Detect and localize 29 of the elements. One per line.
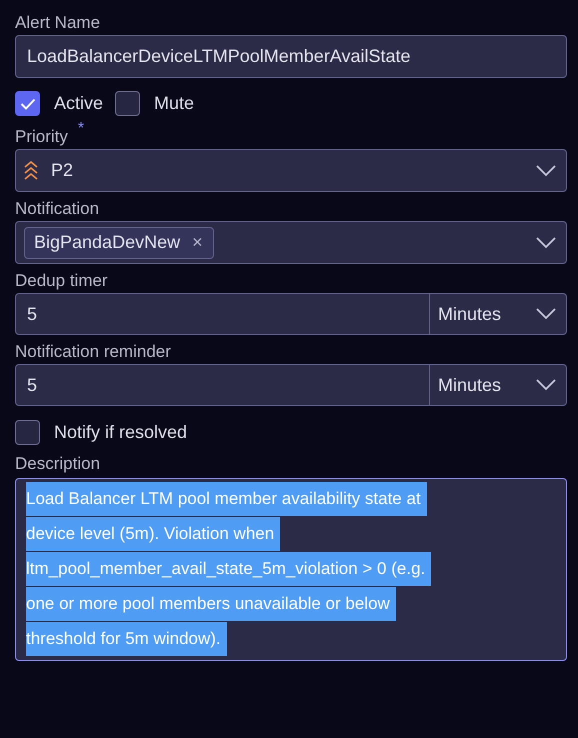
- checkbox[interactable]: [15, 91, 40, 116]
- chevron-down-icon: [536, 236, 556, 248]
- chevron-down-icon: [536, 379, 556, 391]
- field-label: Description: [15, 454, 100, 474]
- priority-dropdown[interactable]: P2: [15, 149, 567, 192]
- field-label: Notification reminder: [15, 342, 171, 362]
- checkbox-label: Active: [54, 93, 104, 114]
- checkbox[interactable]: [15, 420, 40, 445]
- field-label: Notification: [15, 199, 100, 219]
- number-field[interactable]: 5: [16, 294, 430, 334]
- text-field[interactable]: LoadBalancerDeviceLTMPoolMemberAvailState: [15, 35, 567, 78]
- checkbox[interactable]: [115, 91, 140, 116]
- remove-button[interactable]: ×: [192, 232, 203, 253]
- description-field[interactable]: [15, 478, 567, 661]
- checkbox-label: Mute: [154, 93, 194, 114]
- field-label: Priority: [15, 127, 68, 147]
- number-field[interactable]: 5: [16, 365, 430, 405]
- checkmark-icon: [20, 98, 36, 110]
- chevron-down-icon: [536, 308, 556, 320]
- required-mark: *: [78, 120, 84, 138]
- unit-dropdown[interactable]: Minutes: [430, 365, 566, 405]
- priority-chevrons-icon: [24, 160, 38, 180]
- chevron-down-icon: [536, 164, 556, 176]
- field-label: Dedup timer: [15, 271, 108, 291]
- unit-dropdown[interactable]: Minutes: [430, 294, 566, 334]
- checkbox-label: Notify if resolved: [54, 422, 188, 443]
- tag-label: BigPandaDevNew: [34, 232, 180, 253]
- notification-dropdown[interactable]: BigPandaDevNew ×: [15, 221, 567, 264]
- field-label: Alert Name: [15, 13, 100, 33]
